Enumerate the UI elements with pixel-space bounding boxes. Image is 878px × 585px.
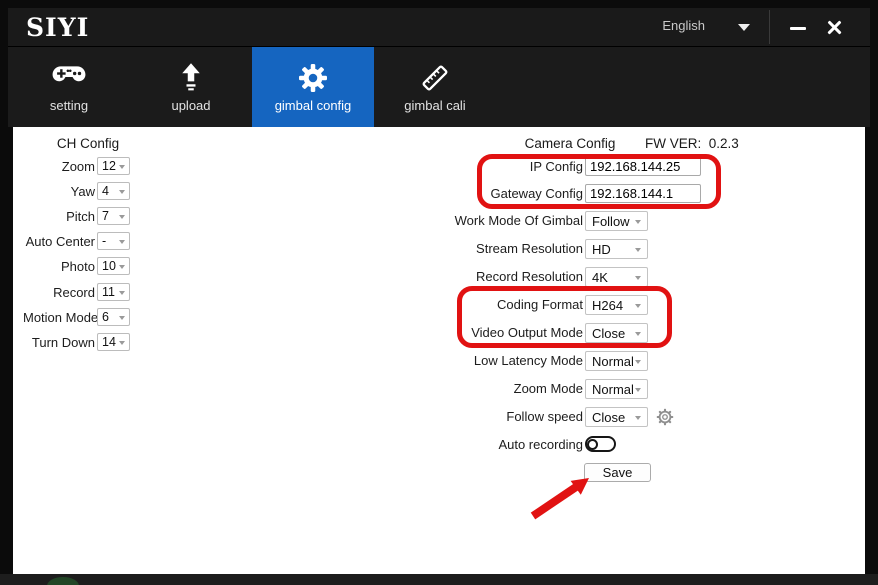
app-window: SIYI English setting <box>0 0 878 585</box>
chevron-down-icon[interactable] <box>738 24 750 31</box>
record-resolution-dropdown[interactable]: 4K <box>585 267 648 287</box>
tab-upload[interactable]: upload <box>130 47 252 128</box>
gear-icon <box>252 62 374 94</box>
follow-speed-row: Follow speed Close <box>13 407 733 427</box>
language-selector[interactable]: English <box>662 18 705 33</box>
tab-label: setting <box>8 98 130 113</box>
coding-format-row: Coding Format H264 <box>13 295 733 315</box>
work-mode-dropdown[interactable]: Follow <box>585 211 648 231</box>
zoom-mode-dropdown[interactable]: Normal <box>585 379 648 399</box>
toggle-knob <box>587 439 598 450</box>
video-output-mode-dropdown[interactable]: Close <box>585 323 648 343</box>
chevron-down-icon <box>635 304 641 308</box>
content-panel: CH Config Camera Config FW VER: 0.2.3 Zo… <box>13 127 865 574</box>
low-latency-mode-dropdown[interactable]: Normal <box>585 351 648 371</box>
gamepad-icon <box>8 62 130 94</box>
chevron-down-icon <box>635 220 641 224</box>
gateway-config-input[interactable] <box>585 184 701 203</box>
gateway-config-row: Gateway Config <box>13 184 733 204</box>
close-button[interactable] <box>820 16 848 40</box>
titlebar-divider <box>769 10 770 44</box>
bottom-strip <box>0 574 878 585</box>
ruler-icon <box>374 62 496 94</box>
record-resolution-row: Record Resolution 4K <box>13 267 733 287</box>
stream-resolution-row: Stream Resolution HD <box>13 239 733 259</box>
fw-version: FW VER: 0.2.3 <box>645 136 739 151</box>
save-button[interactable]: Save <box>584 463 651 482</box>
upload-arrow-icon <box>130 62 252 94</box>
chevron-down-icon <box>635 332 641 336</box>
ip-config-row: IP Config <box>13 157 733 177</box>
auto-recording-toggle[interactable] <box>585 436 616 452</box>
tab-setting[interactable]: setting <box>8 47 130 128</box>
follow-speed-dropdown[interactable]: Close <box>585 407 648 427</box>
tab-bar: setting upload <box>8 46 870 127</box>
chevron-down-icon <box>635 276 641 280</box>
chevron-down-icon <box>635 388 641 392</box>
video-output-mode-row: Video Output Mode Close <box>13 323 733 343</box>
stream-resolution-dropdown[interactable]: HD <box>585 239 648 259</box>
save-row: Save <box>13 463 733 483</box>
siyi-logo: SIYI <box>26 13 89 42</box>
title-bar: SIYI English <box>8 8 870 46</box>
tab-gimbal-config[interactable]: gimbal config <box>252 47 374 128</box>
auto-recording-row: Auto recording <box>13 435 733 455</box>
low-latency-mode-row: Low Latency Mode Normal <box>13 351 733 371</box>
tab-label: upload <box>130 98 252 113</box>
minimize-icon <box>790 27 806 30</box>
camera-config-title: Camera Config <box>494 136 646 151</box>
chevron-down-icon <box>635 360 641 364</box>
ch-config-title: CH Config <box>33 136 143 151</box>
zoom-mode-row: Zoom Mode Normal <box>13 379 733 399</box>
chevron-down-icon <box>635 248 641 252</box>
chevron-down-icon <box>119 316 125 320</box>
work-mode-row: Work Mode Of Gimbal Follow <box>13 211 733 231</box>
coding-format-dropdown[interactable]: H264 <box>585 295 648 315</box>
settings-gear-icon[interactable] <box>656 408 674 426</box>
tab-label: gimbal cali <box>374 98 496 113</box>
ip-config-input[interactable] <box>585 157 701 176</box>
chevron-down-icon <box>635 416 641 420</box>
tab-gimbal-cali[interactable]: gimbal cali <box>374 47 496 128</box>
tab-label: gimbal config <box>252 98 374 113</box>
minimize-button[interactable] <box>784 16 812 40</box>
